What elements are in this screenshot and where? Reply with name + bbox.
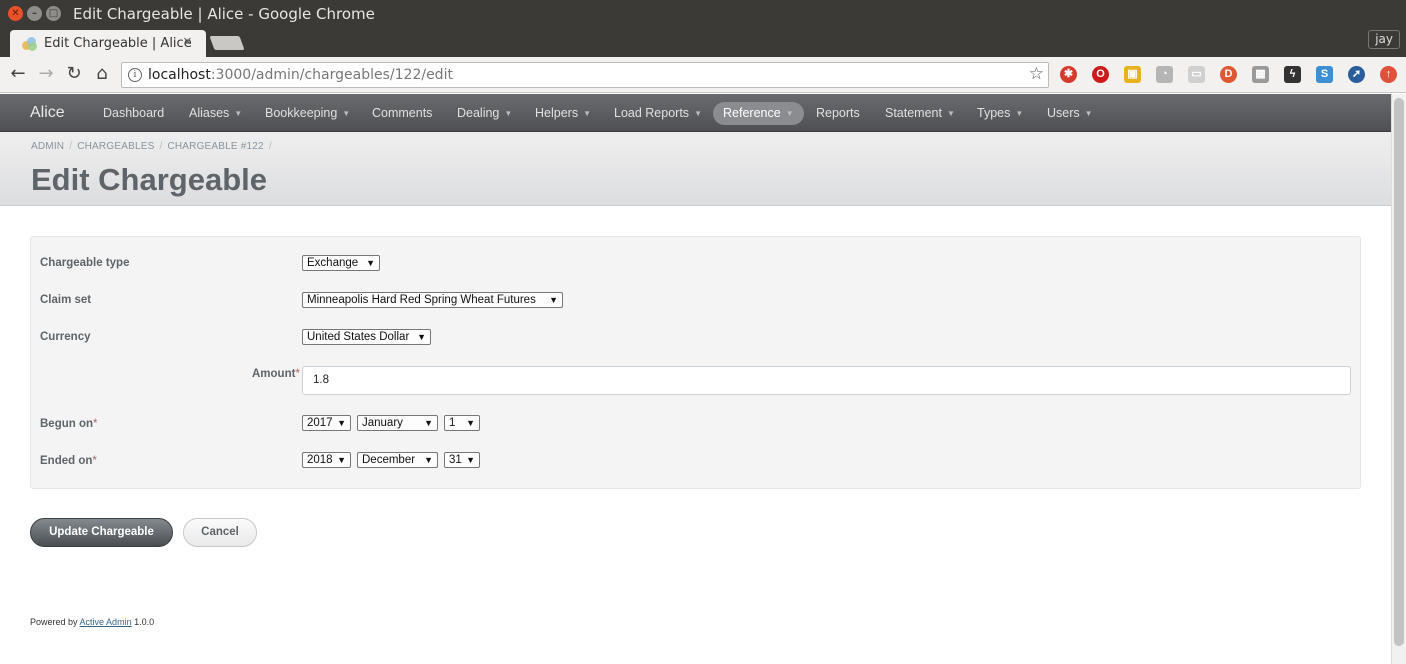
page-title: Edit Chargeable xyxy=(31,162,267,197)
dropdown-arrow-icon: ▼ xyxy=(549,295,558,305)
amount-label: Amount* xyxy=(252,368,300,380)
grid-extension-icon[interactable]: ▦ xyxy=(1252,66,1269,83)
breadcrumb-chargeable-122[interactable]: CHARGEABLE #122 xyxy=(167,141,263,152)
cast-extension-icon[interactable]: ◔ xyxy=(1156,66,1173,83)
browser-tab[interactable]: Edit Chargeable | Alice × xyxy=(10,30,206,57)
dropdown-arrow-icon: ▼ xyxy=(424,455,433,465)
dropdown-arrow-icon: ▼ xyxy=(337,418,346,428)
nav-item-bookkeeping[interactable]: Bookkeeping ▼ xyxy=(255,102,360,125)
breadcrumb: ADMIN / CHARGEABLES / CHARGEABLE #122/ xyxy=(31,141,272,152)
nav-item-load-reports[interactable]: Load Reports ▼ xyxy=(604,102,712,125)
chargeable-type-select[interactable]: Exchange ▼ xyxy=(302,255,380,271)
nav-item-aliases[interactable]: Aliases ▼ xyxy=(179,102,252,125)
nav-item-dashboard[interactable]: Dashboard xyxy=(93,102,174,125)
chevron-down-icon: ▼ xyxy=(1084,109,1093,118)
nav-item-comments[interactable]: Comments xyxy=(362,102,442,125)
currency-label: Currency xyxy=(40,331,91,343)
claim-set-select[interactable]: Minneapolis Hard Red Spring Wheat Future… xyxy=(302,292,563,308)
nav-item-users[interactable]: Users ▼ xyxy=(1037,102,1103,125)
extension-icon[interactable]: ▭ xyxy=(1188,66,1205,83)
nav-item-helpers[interactable]: Helpers ▼ xyxy=(525,102,601,125)
upload-extension-icon[interactable]: ↑ xyxy=(1380,66,1397,83)
new-tab-button[interactable] xyxy=(209,36,245,50)
footer: Powered by Active Admin 1.0.0 xyxy=(30,617,155,627)
scrollbar-thumb[interactable] xyxy=(1394,98,1404,646)
forward-icon[interactable]: → xyxy=(36,64,56,84)
window-title: Edit Chargeable | Alice - Google Chrome xyxy=(73,5,375,23)
begun-on-month-select[interactable]: January ▼ xyxy=(357,415,438,431)
chevron-down-icon: ▼ xyxy=(1015,109,1024,118)
begun-on-day-select[interactable]: 1 ▼ xyxy=(444,415,480,431)
window-close-button[interactable]: ✕ xyxy=(8,6,23,21)
title-bar: ADMIN / CHARGEABLES / CHARGEABLE #122/ Edit … xyxy=(0,132,1391,206)
site-info-icon[interactable]: i xyxy=(128,68,142,82)
nav-item-types[interactable]: Types ▼ xyxy=(967,102,1033,125)
bolt-extension-icon[interactable]: ϟ xyxy=(1284,66,1301,83)
arrow-extension-icon[interactable]: ➚ xyxy=(1348,66,1365,83)
admin-header: Alice Dashboard Aliases ▼ Bookkeeping ▼ Co… xyxy=(0,94,1391,132)
ended-on-label: Ended on* xyxy=(40,455,97,467)
bookmark-star-icon[interactable]: ☆ xyxy=(1029,64,1044,84)
ended-on-day-select[interactable]: 31 ▼ xyxy=(444,452,480,468)
begun-on-label: Begun on* xyxy=(40,418,98,430)
vertical-scrollbar[interactable] xyxy=(1391,94,1406,664)
ended-on-month-select[interactable]: December ▼ xyxy=(357,452,438,468)
tab-close-icon[interactable]: × xyxy=(183,33,192,50)
window-minimize-button[interactable]: – xyxy=(27,6,42,21)
dropdown-arrow-icon: ▼ xyxy=(366,258,375,268)
chevron-down-icon: ▼ xyxy=(946,109,955,118)
chevron-down-icon: ▼ xyxy=(234,109,243,118)
window-titlebar: ✕ – □ Edit Chargeable | Alice - Google C… xyxy=(0,0,1406,28)
window-maximize-button[interactable]: □ xyxy=(46,6,61,21)
nav-item-reports[interactable]: Reports xyxy=(806,102,870,125)
chevron-down-icon: ▼ xyxy=(583,109,591,118)
extension-bug-icon[interactable]: ✱ xyxy=(1060,66,1077,83)
nav-item-dealing[interactable]: Dealing ▼ xyxy=(447,102,522,125)
profile-button[interactable]: jay xyxy=(1368,30,1400,49)
begun-on-year-select[interactable]: 2017 ▼ xyxy=(302,415,351,431)
chevron-down-icon: ▼ xyxy=(785,109,794,118)
browser-toolbar: ← → ↻ ⌂ i localhost:3000/admin/chargeabl… xyxy=(0,57,1406,93)
dropdown-arrow-icon: ▼ xyxy=(466,418,475,428)
dropdown-arrow-icon: ▼ xyxy=(466,455,475,465)
ended-on-year-select[interactable]: 2018 ▼ xyxy=(302,452,351,468)
update-chargeable-button[interactable]: Update Chargeable xyxy=(30,518,173,547)
opera-extension-icon[interactable]: O xyxy=(1092,66,1109,83)
favicon-icon xyxy=(22,37,38,51)
lock-extension-icon[interactable]: ▣ xyxy=(1124,66,1141,83)
tab-title: Edit Chargeable | Alice xyxy=(44,36,192,51)
s-extension-icon[interactable]: S xyxy=(1316,66,1333,83)
address-url: localhost:3000/admin/chargeables/122/edi… xyxy=(148,67,453,83)
tab-strip: Edit Chargeable | Alice × jay xyxy=(0,28,1406,57)
breadcrumb-chargeables[interactable]: CHARGEABLES xyxy=(77,141,154,152)
dropdown-arrow-icon: ▼ xyxy=(337,455,346,465)
amount-input[interactable]: 1.8 xyxy=(302,366,1351,395)
chevron-down-icon: ▼ xyxy=(342,109,351,118)
chevron-down-icon: ▼ xyxy=(504,109,513,118)
breadcrumb-admin[interactable]: ADMIN xyxy=(31,141,64,152)
cancel-button[interactable]: Cancel xyxy=(183,518,257,547)
reload-icon[interactable]: ↻ xyxy=(64,64,84,84)
claim-set-label: Claim set xyxy=(40,294,92,306)
site-title[interactable]: Alice xyxy=(30,104,65,122)
chevron-down-icon: ▼ xyxy=(694,109,702,118)
nav-item-statement[interactable]: Statement ▼ xyxy=(875,102,965,125)
back-icon[interactable]: ← xyxy=(8,64,28,84)
dropdown-arrow-icon: ▼ xyxy=(424,418,433,428)
duckduckgo-extension-icon[interactable]: D xyxy=(1220,66,1237,83)
active-admin-link[interactable]: Active Admin xyxy=(80,617,132,627)
address-bar[interactable]: i localhost:3000/admin/chargeables/122/e… xyxy=(121,62,1049,88)
nav-item-reference[interactable]: Reference ▼ xyxy=(713,102,804,125)
dropdown-arrow-icon: ▼ xyxy=(417,332,426,342)
chargeable-type-label: Chargeable type xyxy=(40,257,130,269)
currency-select[interactable]: United States Dollar ▼ xyxy=(302,329,431,345)
home-icon[interactable]: ⌂ xyxy=(92,64,112,84)
form-fieldset xyxy=(30,236,1361,489)
